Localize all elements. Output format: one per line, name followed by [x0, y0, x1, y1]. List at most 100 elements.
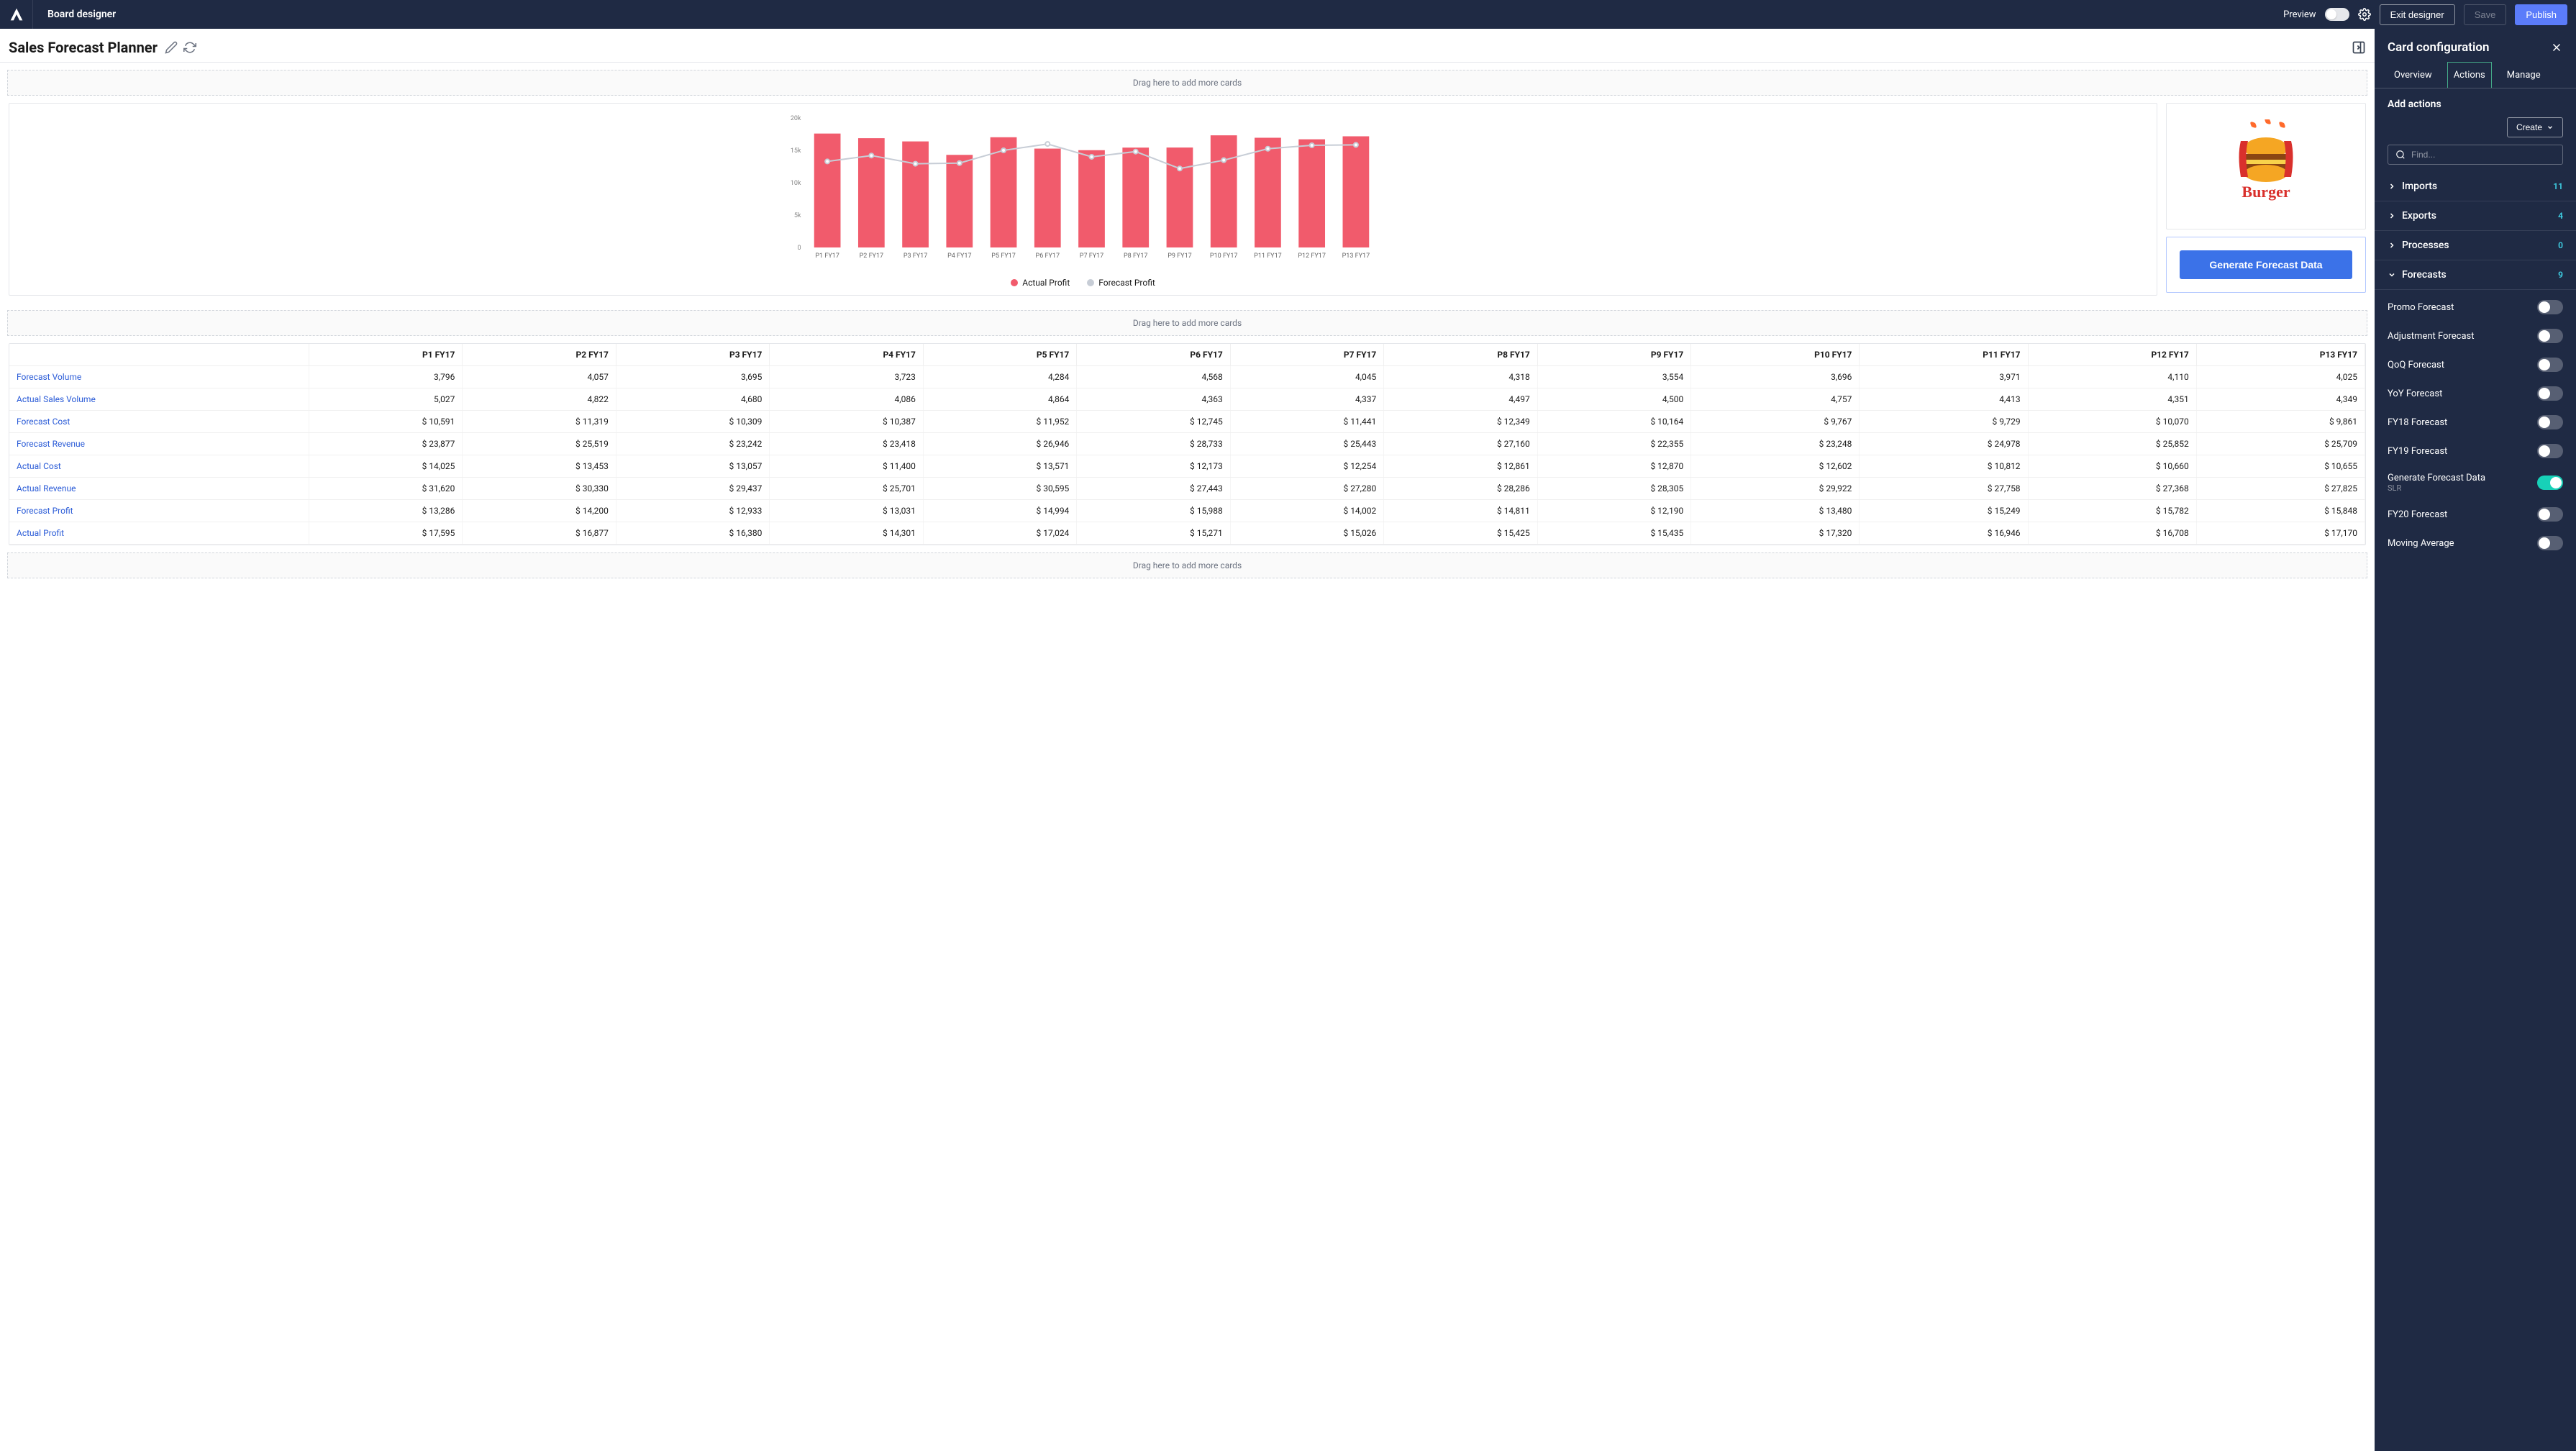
row-label[interactable]: Forecast Volume [9, 366, 309, 388]
table-cell: 3,796 [309, 366, 462, 388]
row-label[interactable]: Forecast Revenue [9, 433, 309, 455]
table-cell: 4,110 [2028, 366, 2196, 388]
table-cell: $ 14,200 [463, 500, 616, 522]
table-cell: $ 12,190 [1537, 500, 1690, 522]
forecast-name: Promo Forecast [2388, 302, 2454, 313]
forecast-item: YoY Forecast [2375, 379, 2576, 408]
svg-text:10k: 10k [791, 180, 801, 187]
table-cell: $ 24,978 [1860, 433, 2028, 455]
drop-zone[interactable]: Drag here to add more cards [7, 70, 2367, 96]
table-row: Forecast Cost$ 10,591$ 11,319$ 10,309$ 1… [9, 411, 2365, 433]
gear-icon[interactable] [2358, 8, 2371, 21]
bar [1078, 150, 1105, 247]
tab-actions[interactable]: Actions [2447, 62, 2492, 88]
accordion-processes[interactable]: Processes0 [2375, 231, 2576, 260]
app-logo[interactable] [0, 0, 33, 29]
chart-card[interactable]: 05k10k15k20kP1 FY17P2 FY17P3 FY17P4 FY17… [9, 103, 2157, 296]
search-input[interactable] [2411, 150, 2555, 160]
forecast-name: Moving Average [2388, 538, 2454, 549]
chevron-icon [2388, 241, 2396, 250]
forecast-name: FY20 Forecast [2388, 509, 2447, 520]
chevron-icon [2388, 211, 2396, 220]
row-label[interactable]: Actual Cost [9, 455, 309, 478]
table-cell: $ 25,701 [770, 478, 923, 500]
table-cell: $ 13,057 [616, 455, 769, 478]
table-cell: $ 27,758 [1860, 478, 2028, 500]
brand-image-card[interactable]: Burger [2166, 103, 2366, 229]
table-cell: $ 16,380 [616, 522, 769, 545]
table-header: P13 FY17 [2196, 344, 2365, 366]
search-field[interactable] [2388, 145, 2563, 165]
row-label[interactable]: Actual Revenue [9, 478, 309, 500]
bar [1298, 140, 1325, 247]
accordion-imports[interactable]: Imports11 [2375, 172, 2576, 201]
table-header: P8 FY17 [1384, 344, 1537, 366]
forecast-toggle[interactable] [2537, 415, 2563, 429]
create-button[interactable]: Create [2507, 117, 2563, 137]
forecast-item: Promo Forecast [2375, 293, 2576, 322]
table-cell: $ 12,173 [1077, 455, 1230, 478]
table-cell: 4,413 [1860, 388, 2028, 411]
table-cell: $ 28,733 [1077, 433, 1230, 455]
svg-text:P1 FY17: P1 FY17 [815, 253, 839, 260]
table-cell: 4,363 [1077, 388, 1230, 411]
table-cell: $ 23,877 [309, 433, 462, 455]
chevron-icon [2388, 182, 2396, 191]
forecast-toggle[interactable] [2537, 536, 2563, 550]
row-label[interactable]: Forecast Cost [9, 411, 309, 433]
table-cell: $ 13,480 [1691, 500, 1860, 522]
drop-zone[interactable]: Drag here to add more cards [7, 552, 2367, 578]
drop-zone[interactable]: Drag here to add more cards [7, 310, 2367, 336]
forecast-toggle[interactable] [2537, 386, 2563, 401]
table-header: P11 FY17 [1860, 344, 2028, 366]
bar [1343, 136, 1370, 247]
table-cell: $ 17,595 [309, 522, 462, 545]
row-label[interactable]: Forecast Profit [9, 500, 309, 522]
svg-text:P10 FY17: P10 FY17 [1210, 253, 1238, 260]
forecast-toggle[interactable] [2537, 300, 2563, 314]
table-cell: $ 27,825 [2196, 478, 2365, 500]
table-cell: $ 15,782 [2028, 500, 2196, 522]
tab-overview[interactable]: Overview [2388, 62, 2439, 88]
table-cell: $ 28,305 [1537, 478, 1690, 500]
table-cell: $ 13,571 [923, 455, 1076, 478]
close-icon[interactable] [2550, 41, 2563, 54]
preview-toggle[interactable] [2325, 8, 2349, 21]
forecast-name: FY19 Forecast [2388, 446, 2447, 457]
table-cell: 4,680 [616, 388, 769, 411]
table-cell: $ 23,418 [770, 433, 923, 455]
table-cell: $ 14,811 [1384, 500, 1537, 522]
table-cell: $ 12,254 [1230, 455, 1383, 478]
svg-text:20k: 20k [791, 115, 801, 122]
forecast-toggle[interactable] [2537, 444, 2563, 458]
table-cell: $ 11,441 [1230, 411, 1383, 433]
forecast-toggle[interactable] [2537, 507, 2563, 522]
forecast-toggle[interactable] [2537, 476, 2563, 490]
edit-icon[interactable] [165, 41, 178, 54]
table-cell: $ 23,242 [616, 433, 769, 455]
table-cell: $ 16,877 [463, 522, 616, 545]
tab-manage[interactable]: Manage [2500, 62, 2547, 88]
table-row: Actual Sales Volume5,0274,8224,6804,0864… [9, 388, 2365, 411]
table-cell: $ 10,070 [2028, 411, 2196, 433]
save-button[interactable]: Save [2464, 4, 2507, 25]
exit-designer-button[interactable]: Exit designer [2380, 4, 2455, 25]
table-cell: $ 23,248 [1691, 433, 1860, 455]
table-header: P9 FY17 [1537, 344, 1690, 366]
table-cell: 3,554 [1537, 366, 1690, 388]
accordion-exports[interactable]: Exports4 [2375, 201, 2576, 231]
accordion-forecasts[interactable]: Forecasts9 [2375, 260, 2576, 290]
refresh-icon[interactable] [183, 41, 196, 54]
row-label[interactable]: Actual Sales Volume [9, 388, 309, 411]
forecast-toggle[interactable] [2537, 358, 2563, 372]
panel-toggle-icon[interactable] [2352, 40, 2366, 55]
publish-button[interactable]: Publish [2515, 4, 2567, 25]
table-cell: $ 10,591 [309, 411, 462, 433]
table-cell: $ 25,443 [1230, 433, 1383, 455]
svg-text:P7 FY17: P7 FY17 [1080, 253, 1103, 260]
forecast-toggle[interactable] [2537, 329, 2563, 343]
data-table-card[interactable]: P1 FY17P2 FY17P3 FY17P4 FY17P5 FY17P6 FY… [9, 343, 2366, 545]
table-cell: $ 9,729 [1860, 411, 2028, 433]
row-label[interactable]: Actual Profit [9, 522, 309, 545]
generate-forecast-button[interactable]: Generate Forecast Data [2180, 250, 2352, 279]
